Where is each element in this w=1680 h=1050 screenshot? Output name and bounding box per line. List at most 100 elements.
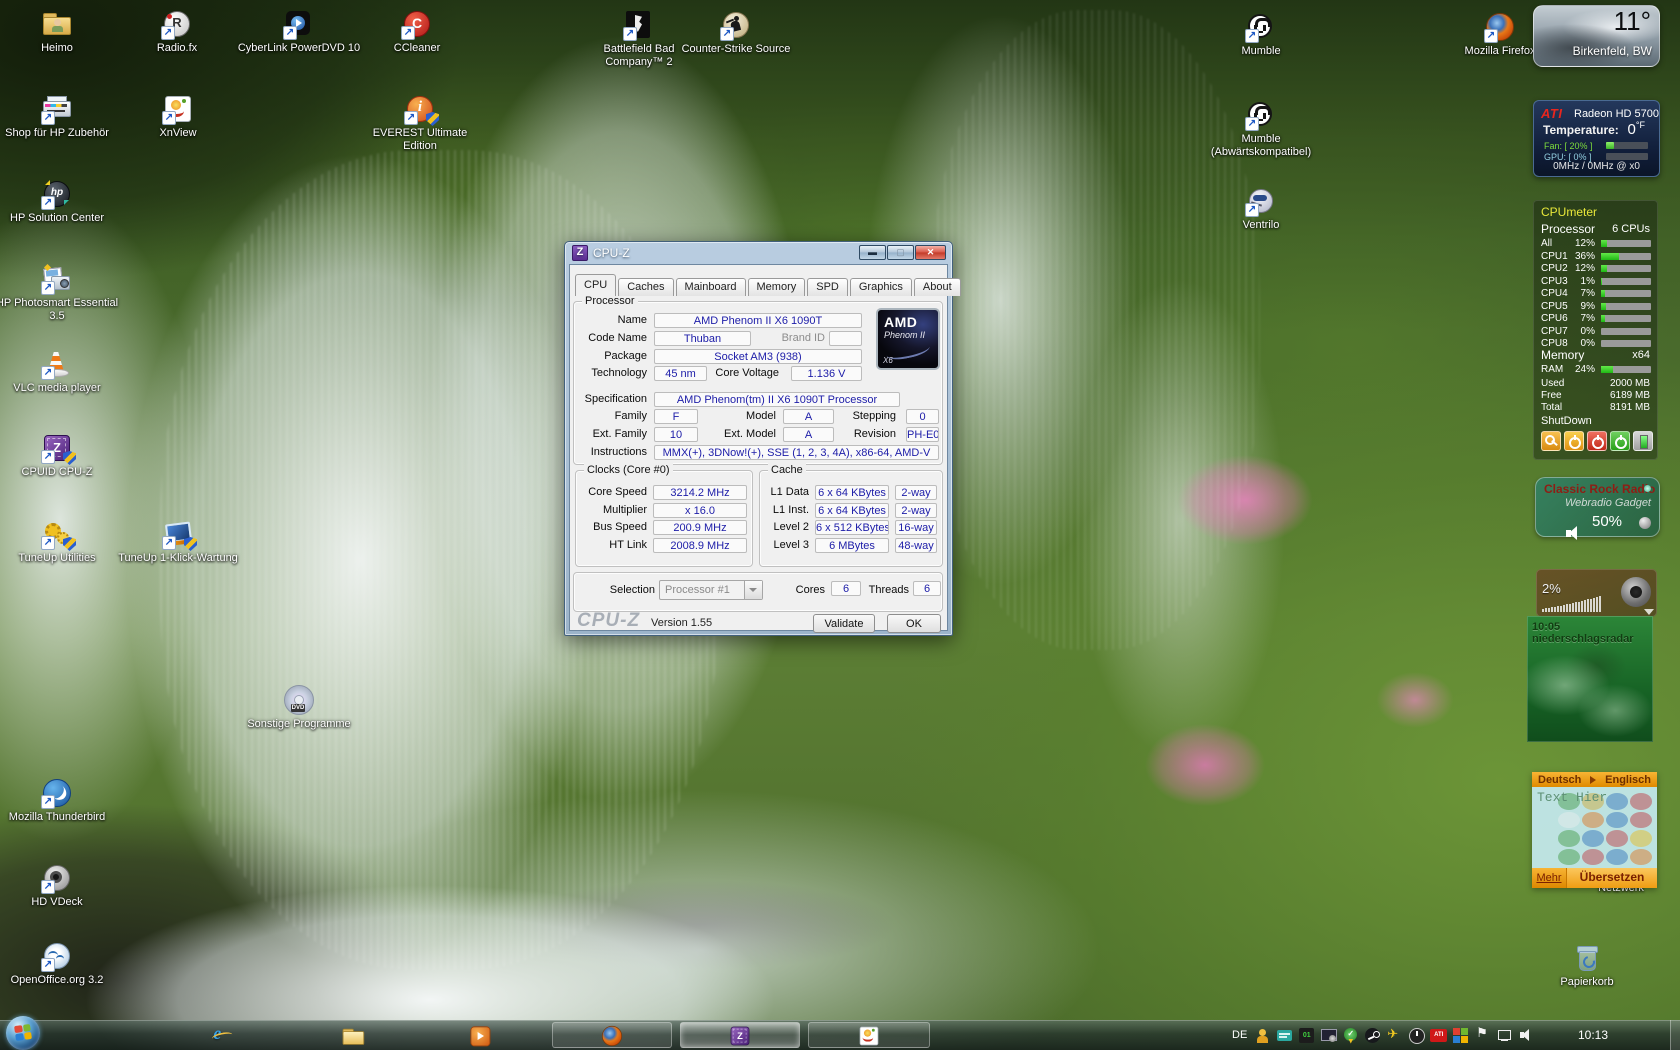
steam-tray-icon[interactable] xyxy=(1364,1027,1381,1044)
ati-tray-icon[interactable]: ATI xyxy=(1430,1027,1447,1044)
revision-field: PH-E0 xyxy=(906,427,939,442)
minimize-button[interactable]: ▬ xyxy=(859,245,886,260)
desktop-icon-cpuid-cpuz[interactable]: Z↗CPUID CPU-Z xyxy=(0,432,119,479)
desktop-icon-radio-fx[interactable]: R↗Radio.fx xyxy=(115,8,239,55)
desktop-icon-xnview[interactable]: ↗XnView xyxy=(116,93,240,140)
desktop-icon-hp-photosmart[interactable]: ↗HP Photosmart Essential 3.5 xyxy=(0,263,119,323)
energy-button[interactable] xyxy=(1633,431,1653,451)
radio-subtitle: Webradio Gadget xyxy=(1565,497,1651,509)
translate-language-bar[interactable]: Deutsch Englisch xyxy=(1532,772,1657,787)
start-button[interactable] xyxy=(6,1016,40,1050)
chevron-down-icon[interactable] xyxy=(1644,609,1654,615)
desktop-icon-counter-strike-source[interactable]: ↗Counter-Strike Source xyxy=(674,9,798,56)
cache-group-title: Cache xyxy=(768,463,806,477)
codename-label: Code Name xyxy=(577,331,647,346)
timer-tray-icon[interactable] xyxy=(1408,1027,1425,1044)
desktop-icon-mumble[interactable]: ↗Mumble xyxy=(1199,11,1323,58)
grid-tray-icon[interactable] xyxy=(1452,1027,1469,1044)
instructions-label: Instructions xyxy=(577,445,647,460)
speaker-tray-icon[interactable] xyxy=(1518,1027,1535,1044)
taskbar-pinned-media-player[interactable] xyxy=(464,1023,490,1049)
cs-icon: ↗ xyxy=(720,9,752,41)
tab-graphics[interactable]: Graphics xyxy=(850,278,912,296)
restart-button[interactable] xyxy=(1610,431,1630,451)
badge-tray-icon[interactable]: ✓ xyxy=(1342,1027,1359,1044)
unlock-button[interactable] xyxy=(1541,431,1561,451)
taskbar-pinned-windows-explorer[interactable] xyxy=(337,1023,363,1049)
desktop-icon-hp-solution-center[interactable]: hp↗HP Solution Center xyxy=(0,178,119,225)
tab-cpu[interactable]: CPU xyxy=(575,274,616,296)
desktop-icon-mumble-compat[interactable]: ↗Mumble (Abwärtskompatibel) xyxy=(1199,99,1323,159)
standby-button[interactable] xyxy=(1564,431,1584,451)
desktop-icon-mozilla-thunderbird[interactable]: ↗Mozilla Thunderbird xyxy=(0,777,119,824)
ext-model-field: A xyxy=(783,427,834,442)
translate-button[interactable]: Übersetzen xyxy=(1566,868,1657,888)
weather-gadget[interactable]: 11° Birkenfeld, BW xyxy=(1533,5,1660,67)
desktop-icon-heimo[interactable]: Heimo xyxy=(0,8,119,55)
calendar-tray-icon[interactable]: 01 xyxy=(1298,1027,1315,1044)
taskbar-clock[interactable]: 10:13 xyxy=(1578,1020,1608,1050)
package-field: Socket AM3 (938) xyxy=(654,349,862,364)
translate-input-area[interactable]: Text Hier xyxy=(1532,787,1657,868)
desktop-icon-label: Mumble (Abwärtskompatibel) xyxy=(1199,133,1323,159)
keyboard-tray-icon[interactable] xyxy=(1276,1027,1293,1044)
validate-button[interactable]: Validate xyxy=(813,614,875,633)
language-indicator[interactable]: DE xyxy=(1232,1029,1247,1041)
flag-tray-icon[interactable]: ⚑ xyxy=(1474,1027,1491,1044)
desktop-icon-everest[interactable]: i↗EVEREST Ultimate Edition xyxy=(358,93,482,153)
display-tray-icon[interactable] xyxy=(1320,1027,1337,1044)
cpu-core-bar xyxy=(1601,303,1651,310)
tab-mainboard[interactable]: Mainboard xyxy=(676,278,746,296)
taskbar-button-cpuz-window[interactable]: Z xyxy=(680,1022,800,1048)
cpumeter-gadget[interactable]: CPUmeter Processor 6 CPUs All12%CPU136%C… xyxy=(1533,200,1658,460)
chevron-down-icon[interactable] xyxy=(744,581,762,599)
desktop-icon-hd-vdeck[interactable]: ↗HD VDeck xyxy=(0,862,119,909)
translate-to[interactable]: Englisch xyxy=(1605,774,1651,786)
taskbar-button-firefox-window[interactable] xyxy=(552,1022,672,1048)
cpumeter-title: CPUmeter xyxy=(1541,205,1597,219)
memory-row-label: Total xyxy=(1541,402,1562,413)
translator-gadget[interactable]: Deutsch Englisch Text Hier Mehr Übersetz… xyxy=(1532,772,1657,888)
airplane-tray-icon[interactable]: ✈ xyxy=(1386,1027,1403,1044)
taskbar-pinned-internet-explorer[interactable]: e xyxy=(207,1023,233,1049)
maximize-button[interactable]: ▢ xyxy=(887,245,914,260)
desktop-icon-hp-shop[interactable]: ↗Shop für HP Zubehör xyxy=(0,93,119,140)
volume-gadget[interactable]: 2% xyxy=(1536,569,1657,617)
processor-group-title: Processor xyxy=(582,294,638,308)
ati-gpu-gadget[interactable]: ATI Radeon HD 5700 Temperature: 0°F Fan:… xyxy=(1533,100,1660,177)
cache-row-size: 6 x 64 KBytes xyxy=(815,503,889,518)
desktop-icon-powerdvd[interactable]: ↗CyberLink PowerDVD 10 xyxy=(237,8,361,55)
cpu-core-percent: 36% xyxy=(1567,251,1595,262)
desktop-icon-tuneup-1klick[interactable]: ↗TuneUp 1-Klick-Wartung xyxy=(116,518,240,565)
tab-about[interactable]: About xyxy=(914,278,961,296)
tab-caches[interactable]: Caches xyxy=(618,278,673,296)
person-tray-icon[interactable] xyxy=(1254,1027,1271,1044)
firefox-icon: ↗ xyxy=(1484,11,1516,43)
shutdown-button[interactable] xyxy=(1587,431,1607,451)
desktop-icon-openoffice[interactable]: ↗OpenOffice.org 3.2 xyxy=(0,940,119,987)
cpu-core-percent: 1% xyxy=(1567,276,1595,287)
close-button[interactable]: ✕ xyxy=(915,245,946,260)
desktop-icon-ccleaner[interactable]: C↗CCleaner xyxy=(355,8,479,55)
desktop-icon-sonstige-programme[interactable]: DVDSonstige Programme xyxy=(237,684,361,731)
webradio-gadget[interactable]: Classic Rock Radio Webradio Gadget 50% xyxy=(1535,477,1660,537)
desktop-icon-tuneup-utilities[interactable]: ↗TuneUp Utilities xyxy=(0,518,119,565)
taskbar-button-xnview-window[interactable] xyxy=(808,1022,930,1048)
clock-row-label: Multiplier xyxy=(579,503,647,518)
tab-spd[interactable]: SPD xyxy=(807,278,848,296)
network-tray-icon[interactable] xyxy=(1496,1027,1513,1044)
desktop-icon-ventrilo[interactable]: ↗Ventrilo xyxy=(1199,185,1323,232)
processor-select[interactable]: Processor #1 xyxy=(659,580,763,600)
desktop-icon-vlc[interactable]: ↗VLC media player xyxy=(0,348,119,395)
cache-row-size: 6 MBytes xyxy=(815,538,889,553)
precipitation-radar-gadget[interactable]: 10:05 niederschlagsradar xyxy=(1527,616,1653,742)
ok-button[interactable]: OK xyxy=(887,614,941,633)
translate-from[interactable]: Deutsch xyxy=(1538,774,1581,786)
model-field: A xyxy=(783,409,834,424)
tab-memory[interactable]: Memory xyxy=(748,278,806,296)
show-desktop-button[interactable] xyxy=(1670,1020,1680,1050)
cache-row-ways: 2-way xyxy=(895,485,937,500)
more-link[interactable]: Mehr xyxy=(1532,868,1566,888)
radio-volume-knob[interactable] xyxy=(1639,517,1651,529)
desktop-icon-papierkorb[interactable]: Papierkorb xyxy=(1525,942,1649,989)
